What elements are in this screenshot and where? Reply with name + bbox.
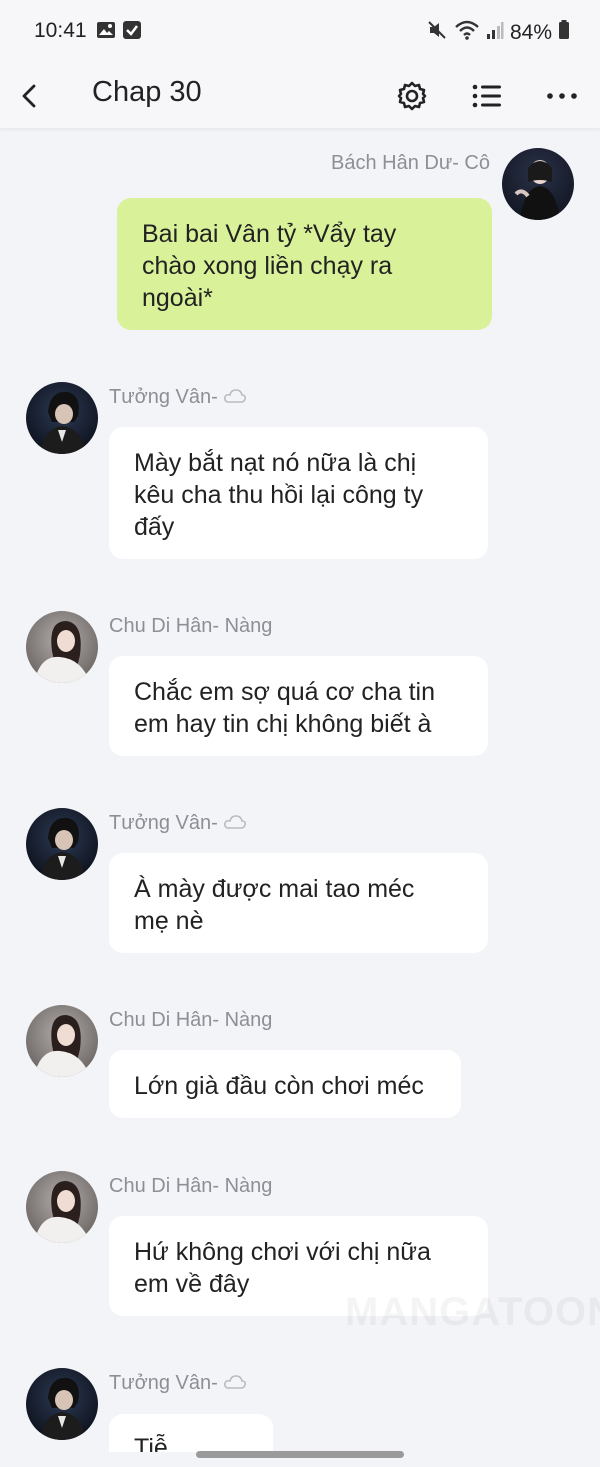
signal-icon: [486, 20, 504, 46]
avatar[interactable]: [502, 148, 574, 220]
watermark: MANGATOON: [345, 1290, 600, 1335]
sender-name-text: Tưởng Vân-: [109, 1372, 218, 1394]
sender-name-text: Tưởng Vân-: [109, 386, 218, 408]
message-bubble: Mày bắt nạt nó nữa là chị kêu cha thu hồ…: [109, 427, 488, 559]
mute-icon: [426, 19, 448, 47]
sender-name: Chu Di Hân- Nàng: [109, 615, 273, 637]
cloud-icon: [223, 386, 247, 408]
message-bubble: À mày được mai tao méc mẹ nè: [109, 853, 488, 953]
message-line: Mày bắt nạt nó nữa là chị: [134, 449, 417, 477]
message-line: chào xong liền chạy ra: [142, 252, 393, 280]
image-icon: [96, 20, 116, 45]
sender-name: Tưởng Vân-: [109, 386, 247, 409]
list-icon[interactable]: [465, 74, 509, 118]
sender-name: Chu Di Hân- Nàng: [109, 1175, 273, 1197]
message-bubble: Tiễ: [109, 1414, 273, 1452]
battery-text: 84%: [509, 21, 552, 44]
avatar[interactable]: [26, 611, 98, 683]
chapter-title: Chap 30: [92, 76, 202, 108]
sender-name: Tưởng Vân-: [109, 1372, 247, 1395]
message-line: mẹ nè: [134, 907, 204, 935]
cloud-icon: [223, 812, 247, 834]
message-line: ngoài*: [142, 284, 213, 312]
message-line: Hứ không chơi với chị nữa: [134, 1238, 431, 1266]
avatar[interactable]: [26, 382, 98, 454]
sender-name: Bách Hân Dư- Cô: [330, 152, 490, 174]
avatar[interactable]: [26, 1171, 98, 1243]
status-bar: 10:41 84%: [0, 0, 600, 64]
message-line: À mày được mai tao méc: [134, 875, 415, 903]
message-line: Chắc em sợ quá cơ cha tin: [134, 678, 435, 706]
avatar[interactable]: [26, 1005, 98, 1077]
sender-name: Tưởng Vân-: [109, 812, 247, 835]
avatar[interactable]: [26, 1368, 98, 1440]
message-line: đấy: [134, 513, 175, 541]
gear-icon[interactable]: [390, 74, 434, 118]
message-line: Lớn già đầu còn chơi méc: [134, 1072, 424, 1100]
message-line: Tiễ: [134, 1434, 168, 1452]
status-time: 10:41: [34, 19, 87, 42]
message-line: kêu cha thu hồi lại công ty: [134, 481, 424, 509]
avatar[interactable]: [26, 808, 98, 880]
sender-name: Chu Di Hân- Nàng: [109, 1009, 273, 1031]
sender-name-text: Tưởng Vân-: [109, 812, 218, 834]
home-indicator[interactable]: [196, 1451, 404, 1458]
message-bubble: Bai bai Vân tỷ *Vẩy tay chào xong liền c…: [117, 198, 492, 330]
message-bubble: Lớn già đầu còn chơi méc: [109, 1050, 461, 1118]
back-arrow-icon[interactable]: [14, 74, 54, 118]
message-bubble: Chắc em sợ quá cơ cha tin em hay tin chị…: [109, 656, 488, 756]
message-line: Bai bai Vân tỷ *Vẩy tay: [142, 220, 397, 248]
app-bar: Chap 30: [0, 64, 600, 128]
more-dots-icon[interactable]: [540, 74, 584, 118]
checkbox-icon: [122, 20, 142, 45]
cloud-icon: [223, 1372, 247, 1394]
message-line: em hay tin chị không biết à: [134, 710, 432, 738]
wifi-icon: [454, 19, 480, 47]
battery-icon: [558, 20, 570, 46]
